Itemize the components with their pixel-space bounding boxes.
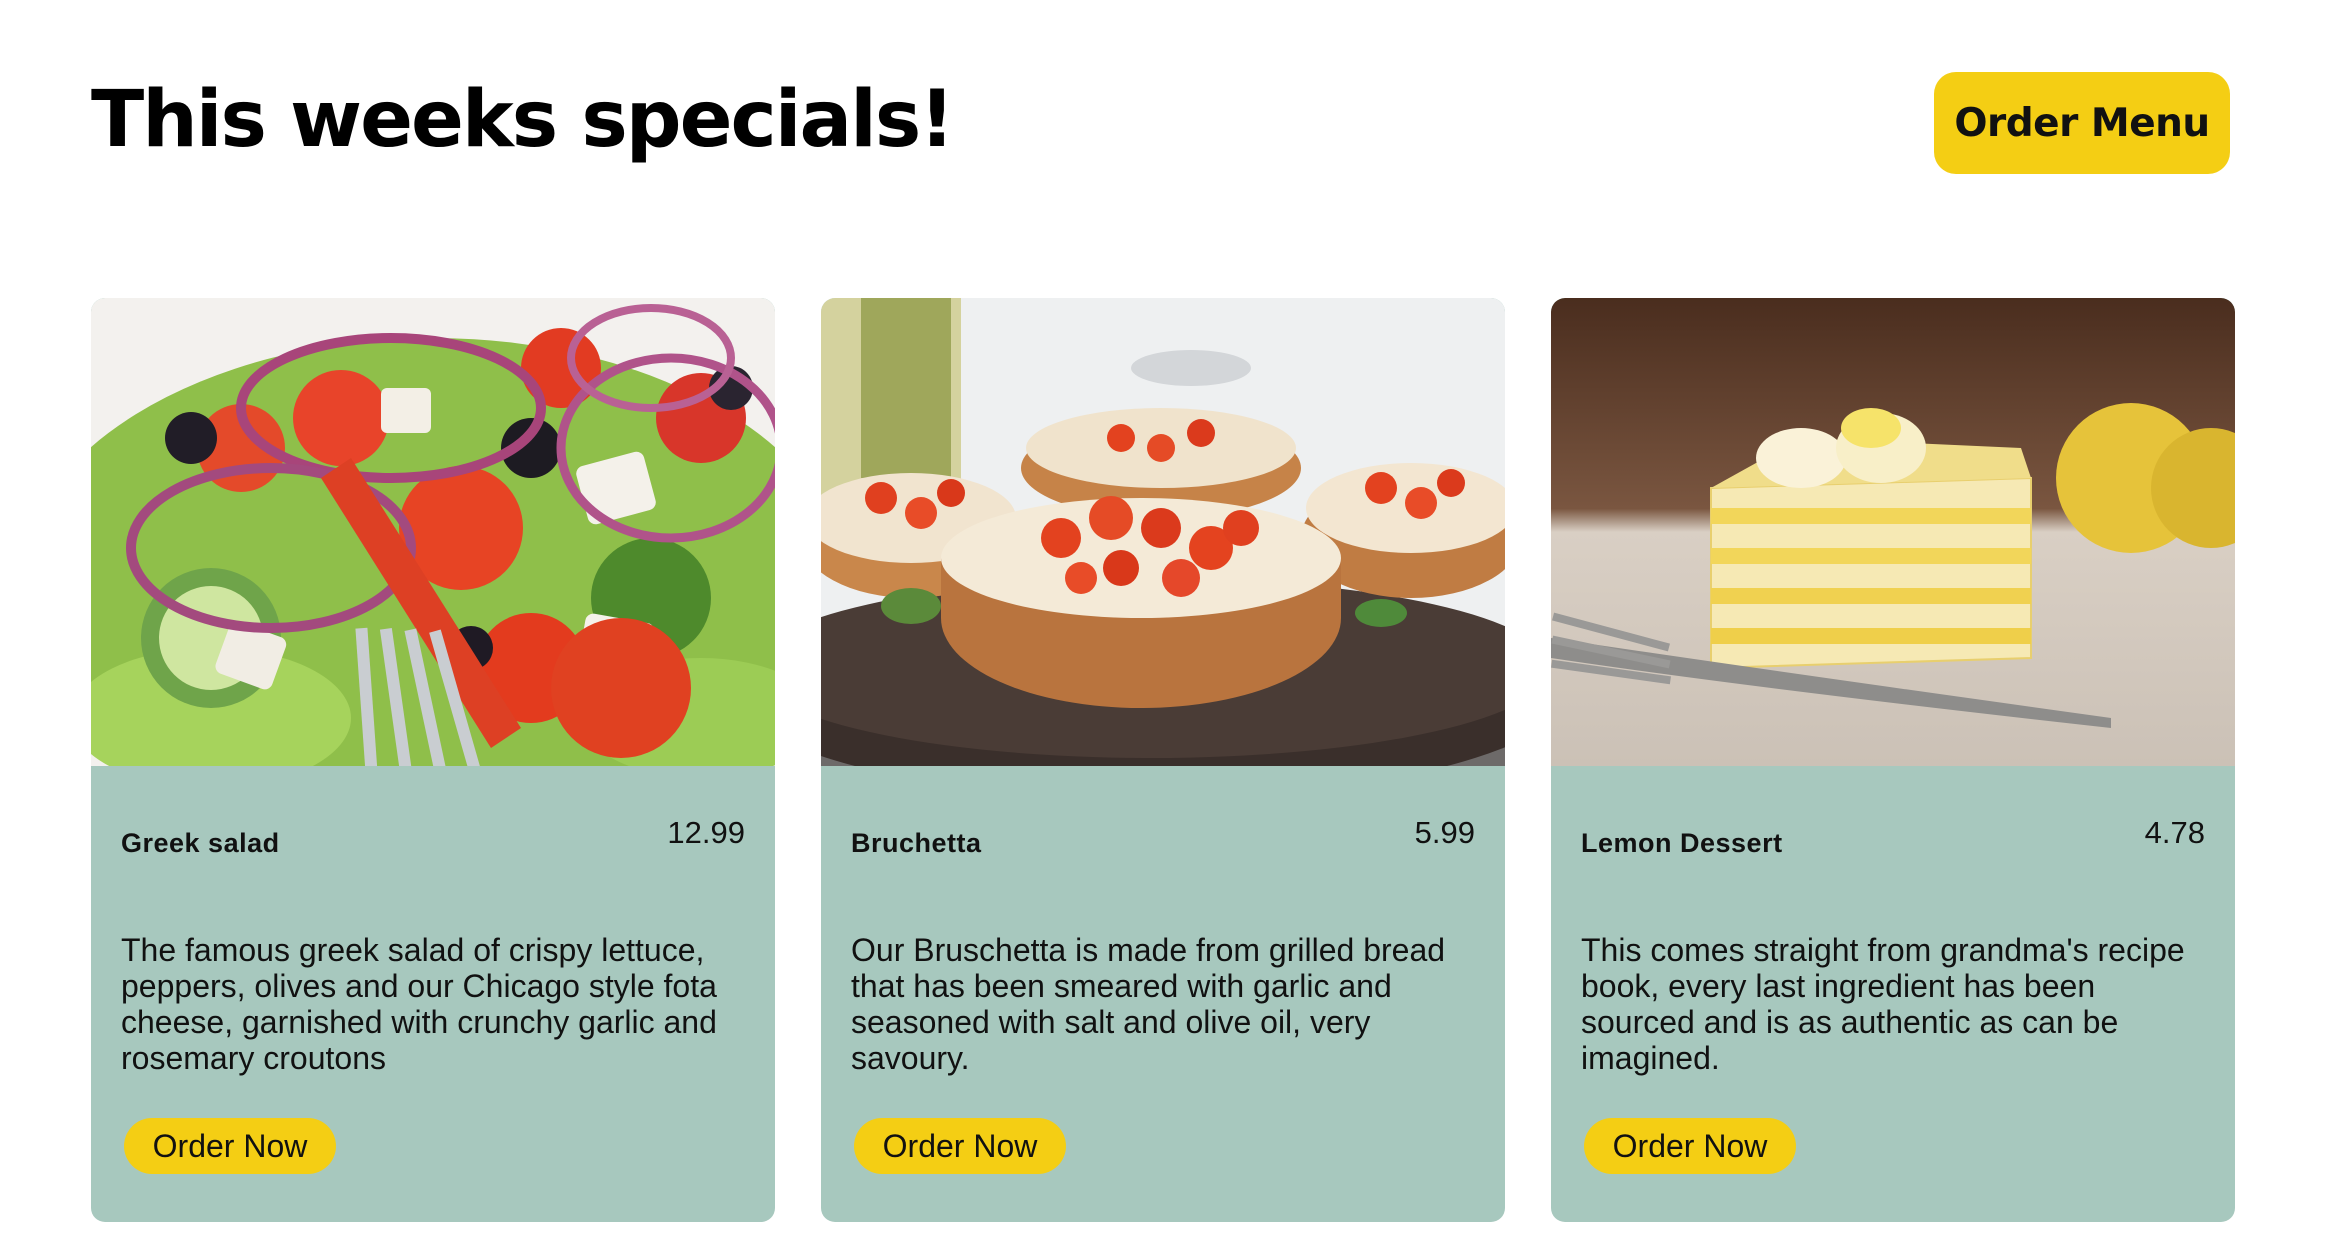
card-price: 12.99 <box>667 815 745 850</box>
greek-salad-photo <box>91 298 775 766</box>
specials-page: This weeks specials! Order Menu Greek sa… <box>0 0 2326 1258</box>
order-menu-button[interactable]: Order Menu <box>1934 72 2230 174</box>
card-name: Greek salad <box>121 828 280 858</box>
special-card-bruchetta: Bruchetta 5.99 Our Bruschetta is made fr… <box>821 298 1505 1222</box>
card-name: Lemon Dessert <box>1581 828 1783 858</box>
card-description: The famous greek salad of crispy lettuce… <box>121 932 717 1076</box>
special-card-lemon-dessert: Lemon Dessert 4.78 This comes straight f… <box>1551 298 2235 1222</box>
card-name: Bruchetta <box>851 828 982 858</box>
lemon-dessert-photo <box>1551 298 2235 766</box>
order-now-button[interactable]: Order Now <box>124 1118 336 1174</box>
order-now-button[interactable]: Order Now <box>854 1118 1066 1174</box>
bruschetta-photo <box>821 298 1505 766</box>
greek-salad-image <box>91 298 775 766</box>
card-price: 4.78 <box>2144 815 2205 850</box>
card-description: Our Bruschetta is made from grilled brea… <box>851 932 1446 1076</box>
lemon-dessert-image <box>1551 298 2235 766</box>
page-title: This weeks specials! <box>91 75 955 165</box>
card-description: This comes straight from grandma's recip… <box>1581 932 2185 1076</box>
card-price: 5.99 <box>1414 815 1475 850</box>
special-card-greek-salad: Greek salad 12.99 The famous greek salad… <box>91 298 775 1222</box>
bruschetta-image <box>821 298 1505 766</box>
order-now-button[interactable]: Order Now <box>1584 1118 1796 1174</box>
